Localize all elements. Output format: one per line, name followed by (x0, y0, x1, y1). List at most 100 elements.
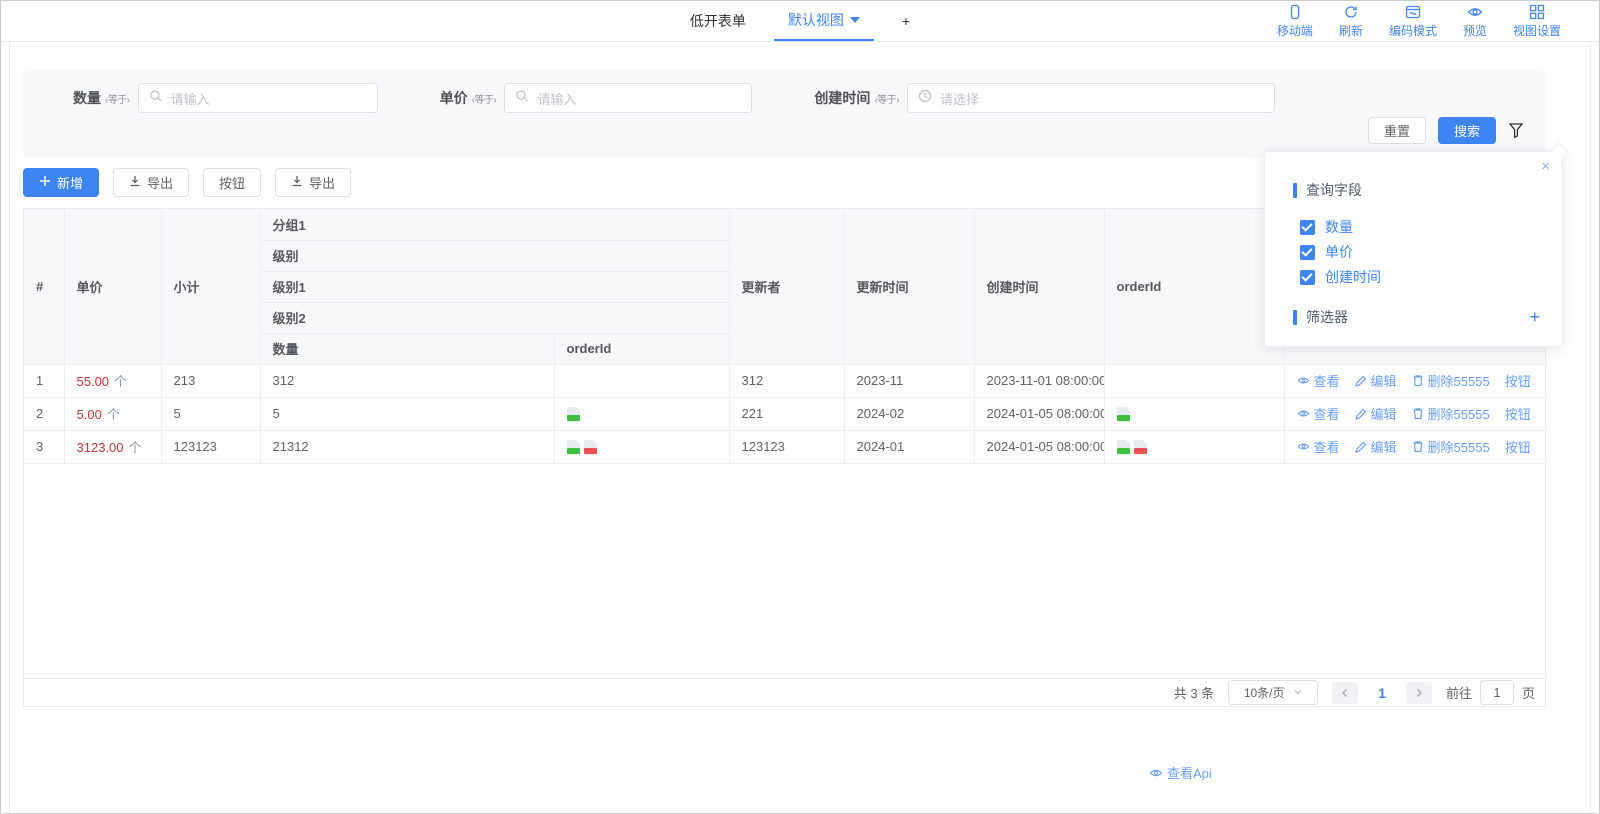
export-button-1[interactable]: 导出 (113, 168, 189, 197)
refresh-button[interactable]: 刷新 (1339, 4, 1363, 39)
view-settings-button[interactable]: 视图设置 (1513, 4, 1561, 39)
refresh-icon (1343, 4, 1359, 20)
view-link[interactable]: 查看 (1297, 404, 1340, 423)
file-red-icon[interactable] (1134, 440, 1147, 455)
top-toolbar: 移动端 刷新 编码模式 预览 视图设置 (1277, 1, 1561, 42)
prev-page-button[interactable] (1332, 682, 1358, 704)
edit-link[interactable]: 编辑 (1355, 404, 1397, 423)
goto-page-input[interactable]: 1 (1480, 680, 1514, 705)
preview-label: 预览 (1463, 22, 1487, 39)
create-time-filter-input[interactable]: 请选择 (907, 83, 1275, 113)
delete-link[interactable]: 删除55555 (1412, 437, 1490, 456)
col-header-level2: 级别2 (260, 302, 729, 333)
search-icon (515, 89, 529, 108)
preview-icon (1467, 4, 1483, 20)
filter-field-create-time: 创建时间 ‹等于› 请选择 (814, 83, 1275, 113)
quantity-filter-input[interactable]: 请输入 (138, 83, 378, 113)
checkbox-price[interactable]: 单价 (1300, 242, 1540, 262)
export-button-2-label: 导出 (309, 173, 335, 192)
pagination-bar: 共 3 条 10条/页 1 前往 1 页 (24, 678, 1545, 706)
delete-label: 删除55555 (1428, 437, 1490, 456)
add-filter-button[interactable]: + (1529, 308, 1540, 326)
add-button[interactable]: 新增 (23, 168, 99, 197)
cell-updater: 312 (729, 364, 844, 397)
price-value: 55.00 (77, 374, 110, 389)
app-window: 低开表单 默认视图 + 移动端 刷新 编码模式 (0, 0, 1600, 814)
cell-unit-price: 5.00个 (64, 397, 161, 430)
price-filter-input[interactable]: 请输入 (504, 83, 752, 113)
view-api-link[interactable]: 查看Api (1149, 763, 1212, 782)
filter-field-price: 单价 ‹等于› 请输入 (440, 83, 753, 113)
quantity-placeholder: 请输入 (171, 89, 210, 108)
view-link[interactable]: 查看 (1297, 437, 1340, 456)
next-page-button[interactable] (1406, 682, 1432, 704)
row-button-link[interactable]: 按钮 (1505, 371, 1531, 390)
price-operator: ‹等于› (472, 91, 497, 106)
search-icon (149, 89, 163, 108)
tab-add-label: + (902, 13, 910, 29)
code-mode-button[interactable]: 编码模式 (1389, 4, 1437, 39)
create-time-operator: ‹等于› (874, 91, 899, 106)
delete-link[interactable]: 删除55555 (1412, 404, 1490, 423)
cell-create-time: 2024-01-05 08:00:00 (974, 430, 1104, 463)
file-green-icon[interactable] (567, 440, 580, 455)
reset-button[interactable]: 重置 (1368, 117, 1426, 144)
tab-default-view[interactable]: 默认视图 (774, 1, 874, 41)
edit-label: 编辑 (1371, 371, 1397, 390)
download-icon (291, 175, 303, 190)
filter-fields-row: 数量 ‹等于› 请输入 单价 ‹等于› 请输入 创建时间 ‹等于› (23, 70, 1546, 113)
current-page[interactable]: 1 (1372, 685, 1392, 701)
edit-link[interactable]: 编辑 (1355, 437, 1397, 456)
col-header-subtotal: 小计 (161, 209, 260, 364)
file-green-icon[interactable] (1117, 440, 1130, 455)
edit-label: 编辑 (1371, 437, 1397, 456)
edit-link[interactable]: 编辑 (1355, 371, 1397, 390)
row-button-link[interactable]: 按钮 (1505, 404, 1531, 423)
preview-button[interactable]: 预览 (1463, 4, 1487, 39)
tab-form[interactable]: 低开表单 (676, 1, 760, 41)
row-button-link[interactable]: 按钮 (1505, 437, 1531, 456)
tab-add-view[interactable]: + (888, 1, 924, 41)
col-header-unit-price: 单价 (64, 209, 161, 364)
cell-unit-price: 55.00 个 (64, 364, 161, 397)
page-suffix-label: 页 (1522, 683, 1535, 702)
delete-label: 删除55555 (1428, 404, 1490, 423)
code-mode-label: 编码模式 (1389, 22, 1437, 39)
cell-order-id (1104, 430, 1284, 463)
view-settings-icon (1529, 4, 1545, 20)
col-header-level1: 级别1 (260, 271, 729, 302)
filter-field-quantity: 数量 ‹等于› 请输入 (73, 83, 378, 113)
mobile-icon (1287, 4, 1303, 20)
cell-updater: 221 (729, 397, 844, 430)
file-green-icon[interactable] (1117, 407, 1130, 422)
price-unit: 个 (114, 374, 127, 389)
cell-create-time: 2024-01-05 08:00:00 (974, 397, 1104, 430)
search-filter-panel: 数量 ‹等于› 请输入 单价 ‹等于› 请输入 创建时间 ‹等于› (23, 70, 1546, 158)
delete-link[interactable]: 删除55555 (1412, 371, 1490, 390)
cell-quantity: 312 (260, 364, 554, 397)
custom-button[interactable]: 按钮 (203, 168, 261, 197)
view-settings-label: 视图设置 (1513, 22, 1561, 39)
col-header-order-id: orderId (1104, 209, 1284, 364)
quantity-operator: ‹等于› (105, 91, 130, 106)
query-fields-list: 数量 单价 创建时间 (1300, 217, 1540, 287)
funnel-filter-button[interactable] (1508, 122, 1524, 139)
checkbox-quantity[interactable]: 数量 (1300, 217, 1540, 237)
checkbox-create-time[interactable]: 创建时间 (1300, 267, 1540, 287)
file-red-icon[interactable] (584, 440, 597, 455)
tab-form-label: 低开表单 (690, 11, 746, 31)
export-button-2[interactable]: 导出 (275, 168, 351, 197)
page-size-select[interactable]: 10条/页 (1228, 680, 1318, 705)
checkbox-quantity-label: 数量 (1325, 217, 1353, 237)
chevron-down-icon (1293, 686, 1303, 700)
filter-settings-popup: × 查询字段 数量 单价 创建时间 筛选器 + (1264, 151, 1563, 347)
cell-quantity: 5 (260, 397, 554, 430)
mobile-button[interactable]: 移动端 (1277, 4, 1313, 39)
view-link[interactable]: 查看 (1297, 371, 1340, 390)
col-header-index: # (24, 209, 64, 364)
price-filter-label: 单价 (440, 88, 468, 108)
search-button[interactable]: 搜索 (1438, 117, 1496, 144)
close-icon[interactable]: × (1541, 158, 1550, 175)
file-green-icon[interactable] (567, 407, 580, 422)
view-label: 查看 (1314, 371, 1340, 390)
